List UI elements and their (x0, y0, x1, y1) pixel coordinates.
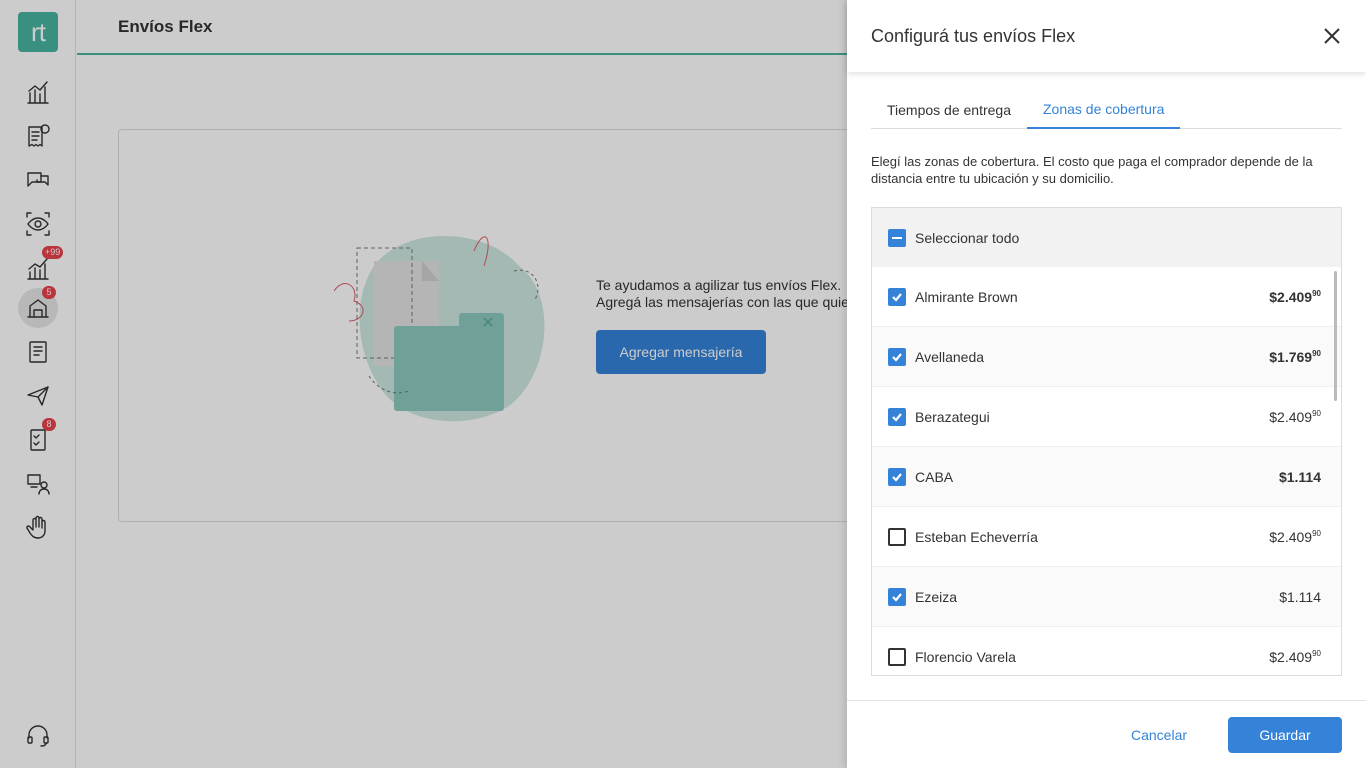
zone-name: Avellaneda (915, 348, 985, 365)
zone-checkbox[interactable] (888, 287, 906, 306)
close-icon[interactable] (1322, 26, 1342, 46)
zone-row[interactable]: Avellaneda $1.76990 (872, 327, 1341, 387)
tab-delivery-times[interactable]: Tiempos de entrega (871, 90, 1027, 129)
zone-checkbox[interactable] (888, 407, 906, 426)
zone-name: Florencio Varela (915, 648, 1016, 665)
zone-price: $2.40990 (1269, 648, 1321, 665)
zone-name: CABA (915, 468, 954, 485)
app: rt +99 5 8 Envíos Flex Te ayudamos a agi… (0, 0, 1366, 768)
zones-list: Seleccionar todo Almirante Brown $2.4099… (871, 207, 1342, 676)
zone-row[interactable]: Almirante Brown $2.40990 (872, 267, 1341, 327)
tab-coverage-zones[interactable]: Zonas de cobertura (1027, 90, 1181, 129)
zone-checkbox[interactable] (888, 467, 906, 486)
zone-name: Berazategui (915, 408, 990, 425)
drawer-tabs: Tiempos de entrega Zonas de cobertura (871, 90, 1342, 129)
save-button[interactable]: Guardar (1228, 717, 1342, 753)
zone-row[interactable]: Berazategui $2.40990 (872, 387, 1341, 447)
zone-price: $1.114 (1278, 468, 1321, 485)
zone-checkbox[interactable] (888, 647, 906, 666)
zone-row[interactable]: Esteban Echeverría $2.40990 (872, 507, 1341, 567)
zone-price: $1.114 (1279, 588, 1321, 605)
drawer-header: Configurá tus envíos Flex (847, 0, 1366, 72)
drawer-title: Configurá tus envíos Flex (871, 25, 1076, 46)
zone-price: $1.76990 (1269, 348, 1321, 365)
select-all-checkbox[interactable] (888, 228, 906, 247)
zone-name: Esteban Echeverría (915, 528, 1038, 545)
select-all-row[interactable]: Seleccionar todo (872, 208, 1341, 267)
zone-name: Ezeiza (915, 588, 958, 605)
zone-price: $2.40990 (1269, 288, 1321, 305)
zone-row[interactable]: CABA $1.114 (872, 447, 1341, 507)
zone-checkbox[interactable] (888, 347, 906, 366)
zone-checkbox[interactable] (888, 587, 906, 606)
zone-price: $2.40990 (1269, 408, 1321, 425)
zone-price: $2.40990 (1269, 528, 1321, 545)
select-all-label: Seleccionar todo (915, 229, 1020, 246)
flex-config-drawer: Configurá tus envíos Flex Tiempos de ent… (847, 0, 1366, 768)
coverage-description: Elegí las zonas de cobertura. El costo q… (871, 154, 1313, 186)
zone-row[interactable]: Florencio Varela $2.40990 (872, 627, 1341, 675)
zone-name: Almirante Brown (915, 288, 1018, 305)
zone-row[interactable]: Ezeiza $1.114 (872, 567, 1341, 627)
zone-checkbox[interactable] (888, 527, 906, 546)
drawer-footer: Cancelar Guardar (847, 700, 1366, 768)
zones-scrollbar[interactable] (1334, 271, 1337, 401)
cancel-button[interactable]: Cancelar (1111, 717, 1207, 753)
